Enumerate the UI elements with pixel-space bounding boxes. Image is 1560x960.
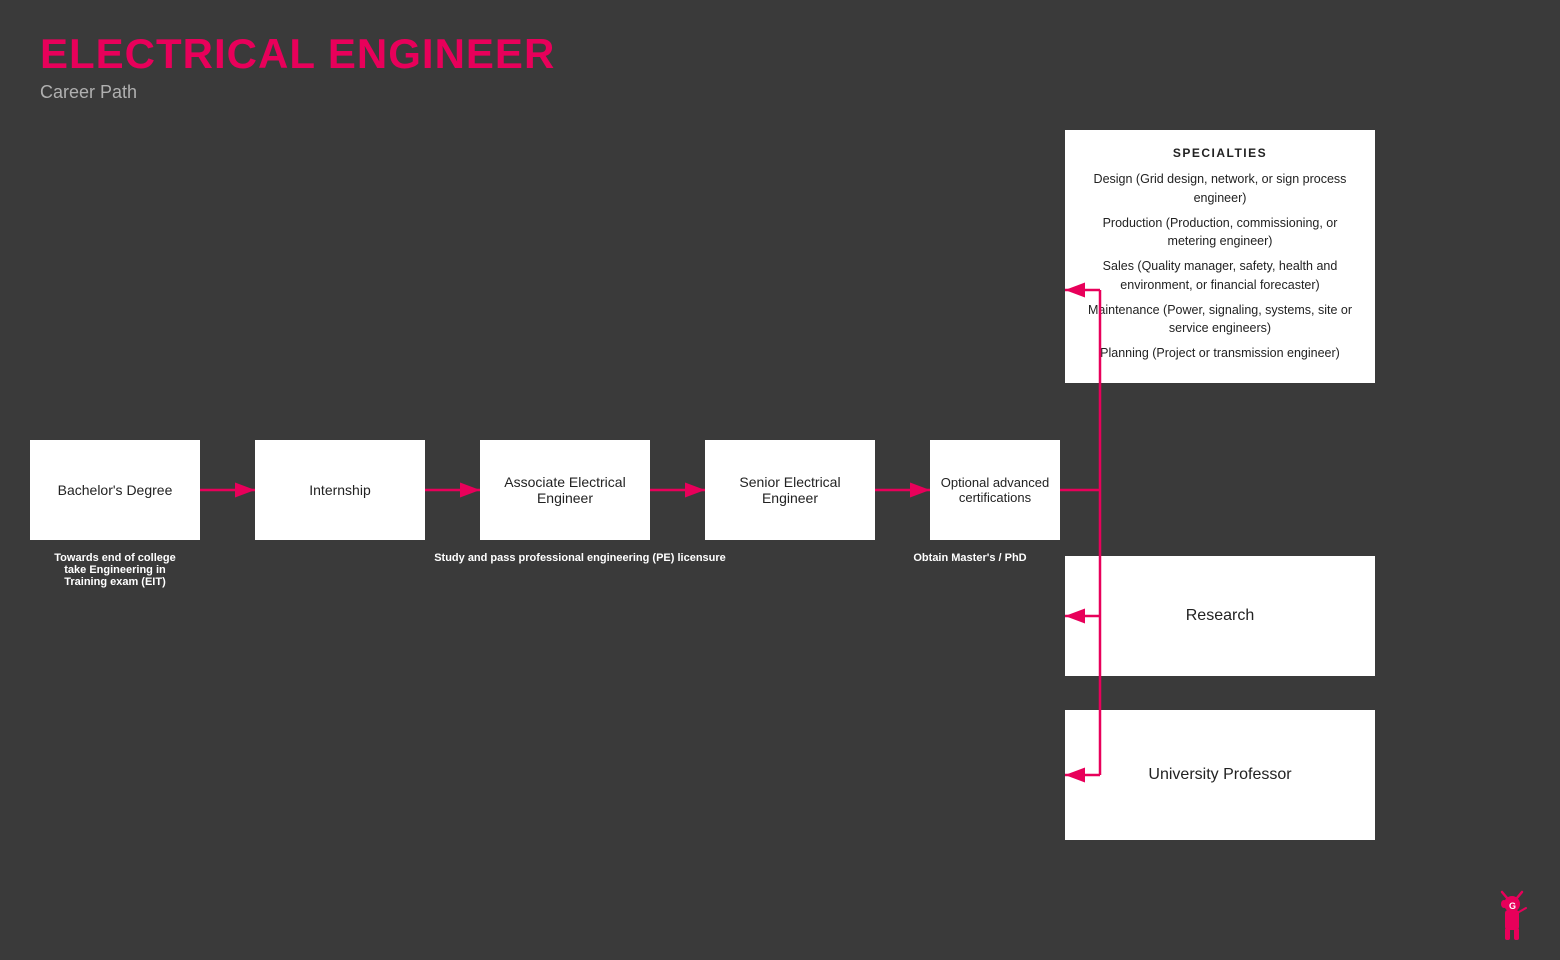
specialties-box: SPECIALTIES Design (Grid design, network…: [1065, 130, 1375, 383]
svg-text:G: G: [1509, 901, 1516, 911]
specialties-title: SPECIALTIES: [1081, 144, 1359, 162]
research-box: Research: [1065, 556, 1375, 676]
label-masters: Obtain Master's / PhD: [870, 552, 1070, 564]
professor-box: University Professor: [1065, 710, 1375, 840]
specialty-1: Design (Grid design, network, or sign pr…: [1081, 170, 1359, 208]
specialty-2: Production (Production, commissioning, o…: [1081, 214, 1359, 252]
specialty-5: Planning (Project or transmission engine…: [1081, 344, 1359, 363]
label-bachelor: Towards end of collegetake Engineering i…: [30, 552, 200, 588]
specialty-4: Maintenance (Power, signaling, systems, …: [1081, 301, 1359, 339]
specialty-3: Sales (Quality manager, safety, health a…: [1081, 257, 1359, 295]
research-label: Research: [1186, 607, 1254, 625]
label-pe: Study and pass professional engineering …: [390, 552, 770, 564]
professor-label: University Professor: [1148, 766, 1291, 784]
page-title: ELECTRICAL ENGINEER: [40, 30, 555, 78]
page-subtitle: Career Path: [40, 82, 555, 103]
page-header: ELECTRICAL ENGINEER Career Path: [40, 30, 555, 103]
goat-logo: G: [1482, 888, 1542, 948]
